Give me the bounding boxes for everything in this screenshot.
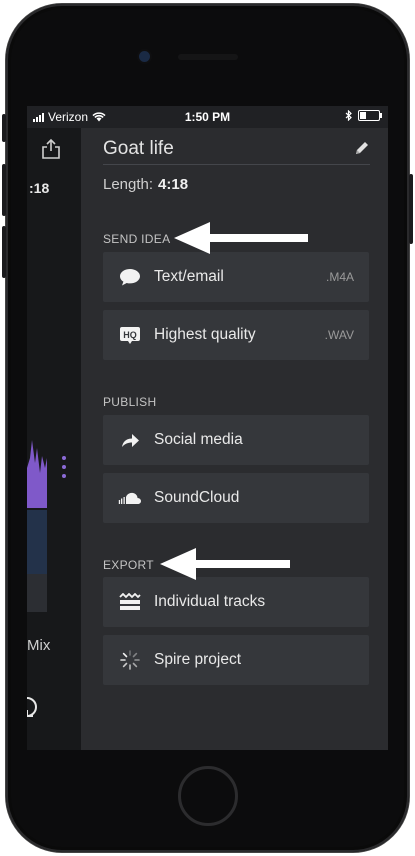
share-arrow-icon bbox=[117, 432, 143, 448]
refresh-icon[interactable] bbox=[27, 694, 45, 720]
soundcloud-icon bbox=[117, 491, 143, 505]
front-camera bbox=[139, 51, 150, 62]
mute-switch bbox=[2, 114, 6, 142]
title-divider bbox=[103, 164, 370, 165]
earpiece-speaker bbox=[178, 54, 238, 60]
row-label: Highest quality bbox=[154, 326, 256, 343]
spire-project-row[interactable]: Spire project bbox=[103, 635, 369, 685]
section-header-send-idea: SEND IDEA bbox=[103, 232, 171, 246]
mix-label: Mix bbox=[27, 637, 51, 654]
annotation-arrow-export bbox=[160, 548, 290, 580]
recording-panel-behind: :18 Mix bbox=[27, 128, 81, 750]
spire-icon bbox=[117, 649, 143, 671]
row-label: SoundCloud bbox=[154, 489, 240, 506]
highest-quality-row[interactable]: HQ Highest quality .WAV bbox=[103, 310, 369, 360]
share-icon[interactable] bbox=[41, 138, 61, 160]
individual-tracks-row[interactable]: Individual tracks bbox=[103, 577, 369, 627]
track-block bbox=[27, 574, 47, 612]
more-options-icon[interactable] bbox=[62, 456, 66, 478]
home-button[interactable] bbox=[178, 766, 238, 826]
text-email-row[interactable]: Text/email .M4A bbox=[103, 252, 369, 302]
svg-text:HQ: HQ bbox=[123, 330, 137, 340]
pencil-icon[interactable] bbox=[354, 140, 370, 156]
battery-icon bbox=[358, 110, 382, 121]
length-info: Length: 4:18 bbox=[103, 176, 188, 193]
tracks-icon bbox=[117, 593, 143, 611]
row-format: .WAV bbox=[324, 328, 354, 342]
annotation-arrow-send-idea bbox=[174, 222, 308, 254]
status-time: 1:50 PM bbox=[184, 110, 231, 124]
section-header-publish: PUBLISH bbox=[103, 395, 157, 409]
hq-icon: HQ bbox=[117, 326, 143, 344]
track-block bbox=[27, 510, 47, 574]
soundcloud-row[interactable]: SoundCloud bbox=[103, 473, 369, 523]
social-media-row[interactable]: Social media bbox=[103, 415, 369, 465]
idea-title: Goat life bbox=[103, 138, 174, 159]
row-label: Spire project bbox=[154, 651, 242, 668]
length-value: 4:18 bbox=[158, 176, 189, 193]
section-header-export: EXPORT bbox=[103, 558, 154, 572]
battery-level bbox=[360, 112, 366, 119]
volume-down-button bbox=[2, 226, 6, 278]
length-label: Length: bbox=[103, 176, 154, 193]
phone-screen: Verizon 1:50 PM :18 Mix Goat life Length… bbox=[27, 106, 388, 750]
bluetooth-icon bbox=[345, 110, 352, 121]
row-format: .M4A bbox=[325, 270, 354, 284]
status-bar: Verizon 1:50 PM bbox=[27, 106, 388, 128]
row-label: Social media bbox=[154, 431, 243, 448]
status-right bbox=[345, 110, 382, 121]
power-button bbox=[409, 174, 413, 244]
chat-bubble-icon bbox=[117, 268, 143, 286]
waveform bbox=[27, 440, 47, 508]
row-label: Individual tracks bbox=[154, 593, 266, 610]
row-label: Text/email bbox=[154, 268, 224, 285]
volume-up-button bbox=[2, 164, 6, 216]
length-partial: :18 bbox=[29, 180, 50, 196]
